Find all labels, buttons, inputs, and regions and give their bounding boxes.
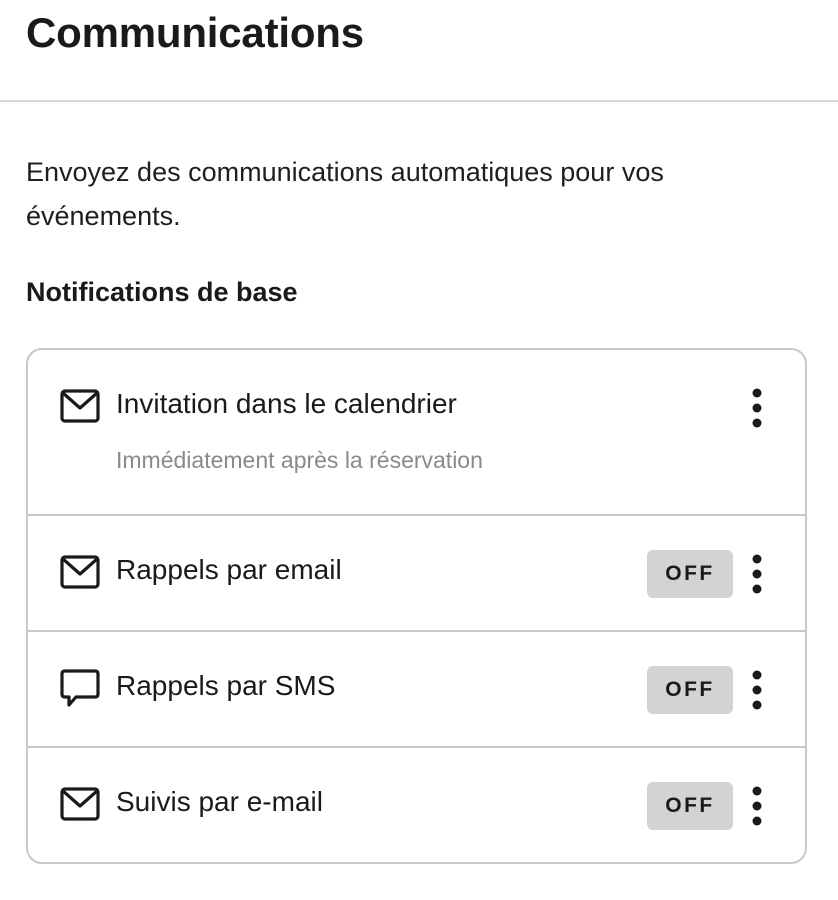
notification-label: Invitation dans le calendrier bbox=[116, 388, 457, 419]
notification-row-email-followups[interactable]: Suivis par e-mail OFF bbox=[28, 748, 805, 862]
section-title: Notifications de base bbox=[26, 277, 298, 307]
notification-label: Rappels par SMS bbox=[116, 670, 336, 701]
main-content: Envoyez des communications automatiques … bbox=[0, 150, 838, 864]
notification-subtitle: Immédiatement après la réservation bbox=[116, 447, 483, 473]
toggle-off-button[interactable]: OFF bbox=[647, 666, 733, 714]
mail-icon bbox=[60, 552, 100, 592]
more-options-icon[interactable] bbox=[747, 782, 767, 830]
toggle-off-button[interactable]: OFF bbox=[647, 782, 733, 830]
notification-row-sms-reminders[interactable]: Rappels par SMS OFF bbox=[28, 632, 805, 748]
notification-label: Suivis par e-mail bbox=[116, 786, 323, 817]
more-options-icon[interactable] bbox=[747, 384, 767, 432]
notifications-card: Invitation dans le calendrier Immédiatem… bbox=[26, 348, 807, 864]
toggle-off-button[interactable]: OFF bbox=[647, 550, 733, 598]
page-header: Communications bbox=[0, 0, 838, 102]
page-title: Communications bbox=[26, 9, 364, 56]
more-options-icon[interactable] bbox=[747, 550, 767, 598]
more-options-icon[interactable] bbox=[747, 666, 767, 714]
notification-row-email-reminders[interactable]: Rappels par email OFF bbox=[28, 516, 805, 632]
notification-row-calendar-invite[interactable]: Invitation dans le calendrier Immédiatem… bbox=[28, 350, 805, 516]
mail-icon bbox=[60, 784, 100, 824]
mail-icon bbox=[60, 386, 100, 426]
page-description: Envoyez des communications automatiques … bbox=[26, 157, 664, 231]
chat-bubble-icon bbox=[60, 668, 100, 708]
notification-label: Rappels par email bbox=[116, 554, 342, 585]
